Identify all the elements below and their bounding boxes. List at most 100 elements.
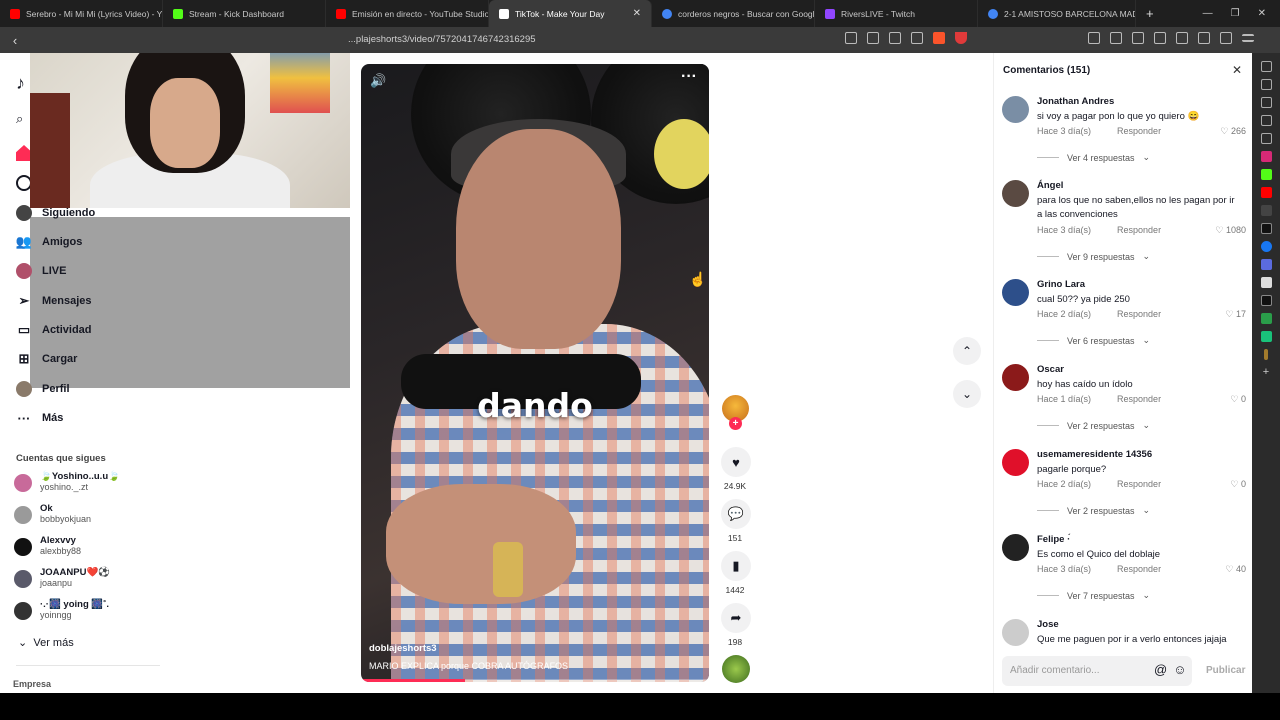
vpn-icon[interactable] [1220, 32, 1232, 44]
share-button[interactable]: ➦ [721, 603, 751, 633]
sidebar-item-siguiendo[interactable]: Siguiendo [16, 205, 95, 221]
tab-serebro[interactable]: Serebro - Mi Mi Mi (Lyrics Video) - Yo [0, 0, 163, 27]
new-tab-button[interactable]: + [1136, 6, 1164, 21]
screen-icon[interactable] [867, 32, 879, 44]
following-account[interactable]: Alexvvy alexbby88 [14, 535, 81, 556]
comment-button[interactable]: 💬 [721, 499, 751, 529]
reply-button[interactable]: Responder [1117, 309, 1161, 319]
view-replies-button[interactable]: Ver 7 respuestas ⌄ [1037, 590, 1150, 601]
sidebar-toggle-icon[interactable] [1154, 32, 1166, 44]
tab-google[interactable]: corderos negros - Buscar con Google [652, 0, 815, 27]
view-replies-button[interactable]: Ver 2 respuestas ⌄ [1037, 420, 1150, 431]
close-tab-icon[interactable]: ✕ [633, 8, 641, 19]
bookmarks-icon[interactable] [1260, 115, 1272, 126]
close-icon[interactable]: ✕ [1232, 63, 1242, 77]
comment-like[interactable]: ♡ 266 [1220, 126, 1246, 137]
back-arrow-icon[interactable]: ‹ [0, 33, 30, 48]
following-account[interactable]: JOAANPU❤️⚽ joaanpu [14, 567, 110, 588]
avatar[interactable] [1002, 364, 1029, 391]
avatar[interactable] [1002, 449, 1029, 476]
tiktok-logo[interactable]: ♪ [16, 73, 25, 94]
tab-kick[interactable]: Stream - Kick Dashboard [163, 0, 326, 27]
youtube-icon[interactable] [1260, 187, 1272, 198]
tiktok-icon[interactable] [1260, 295, 1272, 306]
emoji-icon[interactable]: ☺ [1173, 662, 1186, 677]
post-comment-button[interactable]: Publicar [1206, 665, 1245, 676]
comment-like[interactable]: ♡ 0 [1230, 394, 1246, 405]
following-account[interactable]: Ok bobbyokjuan [14, 503, 91, 524]
like-button[interactable]: ♥ [721, 447, 751, 477]
following-account[interactable]: 🍃Yoshino..u.u🍃 yoshino._.zt [14, 471, 120, 492]
music-disc-icon[interactable] [722, 655, 750, 683]
add-icon[interactable]: + [1261, 367, 1272, 378]
reply-button[interactable]: Responder [1117, 479, 1161, 489]
reply-button[interactable]: Responder [1117, 394, 1161, 404]
maps-icon[interactable] [1260, 313, 1272, 324]
share-icon[interactable] [911, 32, 923, 44]
music-icon[interactable] [1132, 32, 1144, 44]
avatar[interactable] [1002, 96, 1029, 123]
leo-icon[interactable] [1198, 32, 1210, 44]
following-account[interactable]: ·.·🎆 yoing 🎆˚. yoinngg [14, 599, 109, 620]
puzzle-icon[interactable] [1110, 32, 1122, 44]
bar-icon[interactable] [1264, 349, 1268, 360]
history-icon[interactable] [1260, 133, 1272, 144]
sidebar-item-mas[interactable]: ··· Más [16, 410, 64, 426]
comment-like[interactable]: ♡ 17 [1225, 309, 1246, 320]
wallet-icon[interactable] [1260, 97, 1272, 108]
view-replies-button[interactable]: Ver 9 respuestas ⌄ [1037, 251, 1150, 262]
view-replies-button[interactable]: Ver 2 respuestas ⌄ [1037, 505, 1150, 516]
sidebar-item-mensajes[interactable]: ➢ Mensajes [16, 293, 92, 309]
reply-button[interactable]: Responder [1117, 564, 1161, 574]
previous-video-button[interactable]: ⌃ [953, 337, 981, 365]
pin-icon[interactable] [1260, 61, 1272, 72]
more-options-icon[interactable]: ··· [681, 68, 697, 86]
sidebar-item-perfil[interactable]: Perfil [16, 381, 70, 397]
video-progress-bar[interactable] [361, 679, 709, 682]
brave-shield-icon[interactable] [933, 32, 945, 44]
eye-off-icon[interactable] [845, 32, 857, 44]
avatar[interactable] [1002, 279, 1029, 306]
tab-twitch[interactable]: RiversLIVE - Twitch [815, 0, 978, 27]
tab-tiktok[interactable]: TikTok - Make Your Day ✕ [489, 0, 652, 27]
kick-icon[interactable] [1260, 169, 1272, 180]
avatar[interactable] [1002, 180, 1029, 207]
x-icon[interactable] [1260, 223, 1272, 234]
close-window-icon[interactable]: ✕ [1258, 8, 1266, 19]
photos-icon[interactable] [1260, 277, 1272, 288]
metro-icon[interactable] [1260, 205, 1272, 216]
see-more-button[interactable]: ⌄ Ver más [18, 636, 74, 649]
menu-icon[interactable] [1242, 34, 1254, 42]
sidebar-item-amigos[interactable]: 👥 Amigos [16, 234, 82, 250]
avatar[interactable] [1002, 534, 1029, 561]
view-replies-button[interactable]: Ver 6 respuestas ⌄ [1037, 335, 1150, 346]
sidebar-item-actividad[interactable]: ▭ Actividad [16, 322, 92, 338]
comment-like[interactable]: ♡ 40 [1225, 564, 1246, 575]
video-author[interactable]: doblajeshorts3 [369, 643, 437, 654]
maximize-icon[interactable]: ❐ [1231, 8, 1240, 19]
rewards-icon[interactable] [955, 32, 967, 44]
save-button[interactable]: ▮ [721, 551, 751, 581]
reading-list-icon[interactable] [1260, 79, 1272, 90]
comment-like[interactable]: ♡ 0 [1230, 479, 1246, 490]
reply-button[interactable]: Responder [1117, 225, 1161, 235]
view-replies-button[interactable]: Ver 4 respuestas ⌄ [1037, 152, 1150, 163]
facebook-icon[interactable] [1260, 241, 1272, 252]
extensions-icon[interactable] [1088, 32, 1100, 44]
sidebar-item-live[interactable]: LIVE [16, 263, 66, 279]
comment-like[interactable]: ♡ 1080 [1215, 225, 1246, 236]
mention-icon[interactable]: @ [1154, 662, 1167, 677]
next-video-button[interactable]: ⌄ [953, 380, 981, 408]
footer-link-empresa[interactable]: Empresa [13, 679, 51, 689]
volume-icon[interactable]: 🔊 [370, 73, 386, 89]
link-icon[interactable] [1260, 259, 1272, 270]
avatar[interactable] [1002, 619, 1029, 646]
translate-icon[interactable] [889, 32, 901, 44]
wallet-icon[interactable] [1176, 32, 1188, 44]
tab-youtube-studio[interactable]: Emisión en directo - YouTube Studio [326, 0, 489, 27]
video-player[interactable]: dando 🔊 ··· doblajeshorts3 MARIO EXPLICA… [361, 64, 709, 682]
instagram-icon[interactable] [1260, 151, 1272, 162]
minimize-icon[interactable]: — [1203, 8, 1213, 19]
follow-plus-icon[interactable]: + [729, 417, 742, 430]
vpn-icon[interactable] [1260, 331, 1272, 342]
